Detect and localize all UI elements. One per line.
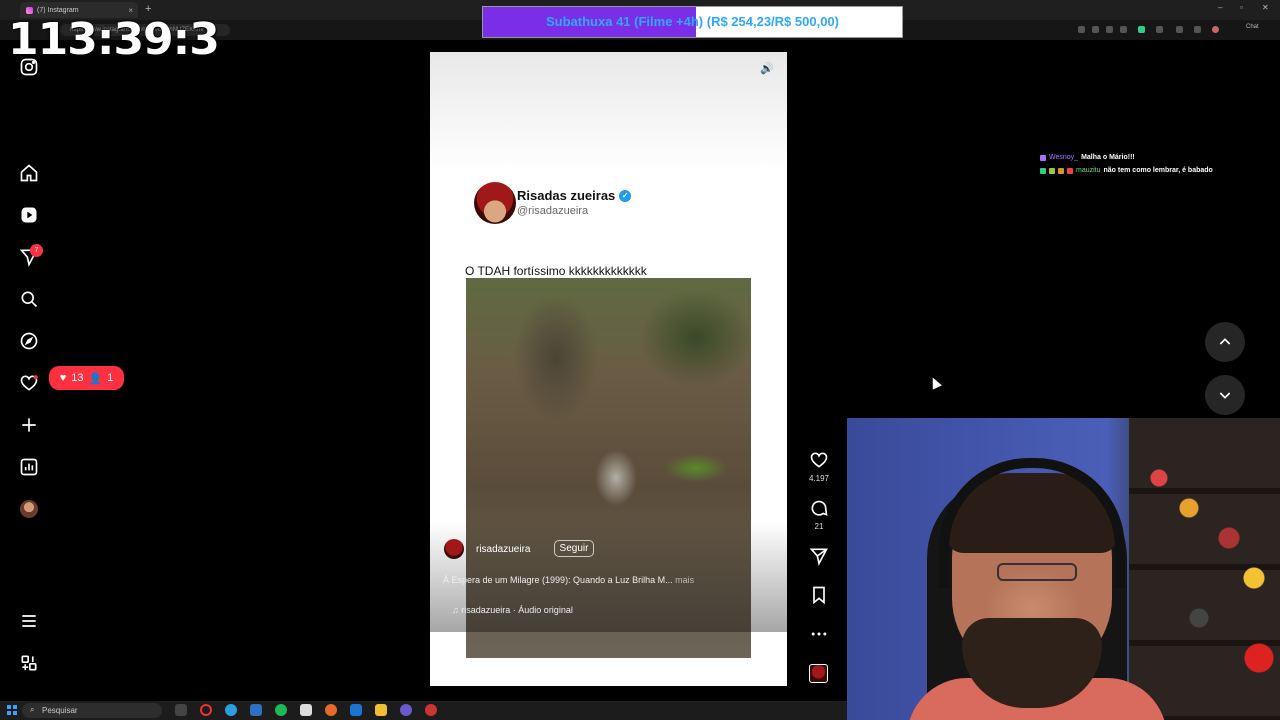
chat-text: Malha o Mário!!! [1081,154,1135,161]
heart-badge-icon [1067,167,1073,174]
chevron-down-icon [1219,392,1231,399]
reel-description-text: À Espera de um Milagre (1999): Quando a … [443,575,673,585]
headset [939,458,1125,588]
reel-description[interactable]: À Espera de um Milagre (1999): Quando a … [443,575,733,585]
maximize-button[interactable]: ▫ [1240,3,1243,12]
more-link[interactable]: mais [675,575,694,585]
likes-count: 13 [71,372,84,384]
subathon-goal-bar: Subathuxa 41 (Filme +4h) (R$ 254,23/R$ 5… [482,6,903,38]
dashboard-icon[interactable] [18,456,40,478]
stream-timer: 113:39:3 [8,14,220,65]
messages-badge: 7 [30,244,43,257]
extension-icon[interactable] [1120,26,1127,33]
comment-icon[interactable] [808,498,830,523]
extension-icon[interactable] [1092,26,1099,33]
chat-extension-label[interactable]: Chat [1246,24,1259,30]
windows-start-icon[interactable] [7,705,17,715]
home-icon[interactable] [18,162,40,184]
edge-icon[interactable] [225,704,237,716]
webcam-feed [847,418,1280,720]
share-icon[interactable] [808,546,830,571]
post-author-label: Risadas zueiras [517,188,616,203]
search-icon: ⌕ [30,705,35,714]
post-caption: O TDAH fortíssimo kkkkkkkkkkkkk [465,264,647,278]
likes-count: 4.197 [808,474,830,483]
extension-icon[interactable] [1176,26,1183,33]
chat-badge-icon [1058,167,1064,174]
search-icon[interactable] [18,288,40,310]
next-reel-button[interactable] [1205,375,1245,415]
save-icon[interactable] [808,585,830,610]
threads-icon[interactable] [18,652,40,674]
app-icon[interactable] [425,704,437,716]
chat-badge-icon [1049,167,1055,174]
app-icon[interactable] [400,704,412,716]
audio-thumbnail[interactable] [809,664,828,683]
profile-avatar[interactable] [20,500,38,518]
opera-icon[interactable] [200,704,212,716]
verified-icon: ✓ [619,189,632,202]
author-username[interactable]: risadazueira [476,544,530,555]
person-icon: 👤 [88,372,103,385]
chat-text: não tem como lembrar, é babado [1103,167,1213,174]
reel-audio[interactable]: ♫ risadazueira · Áudio original [452,605,573,615]
task-view-icon[interactable] [175,704,187,716]
stream-chat: Wesnoy_ Malha o Mário!!! mauzitu não tem… [1040,151,1213,177]
chat-message: mauzitu não tem como lembrar, é babado [1040,164,1213,177]
more-menu-icon[interactable] [18,610,40,632]
follow-button[interactable]: Seguir [554,540,594,557]
like-icon[interactable] [808,450,830,475]
comments-count: 21 [814,522,824,531]
mouse-cursor-icon [928,375,942,390]
extension-icon[interactable] [1078,26,1085,33]
notifications-pill[interactable]: ♥ 13 👤 1 [49,366,124,390]
explore-icon[interactable] [18,330,40,352]
reel-player[interactable]: 🔊 Risadas zueiras ✓ @risadazueira O TDAH… [430,52,787,686]
reels-icon[interactable] [18,204,40,226]
close-window-button[interactable]: ✕ [1262,3,1269,12]
post-avatar [474,182,516,224]
chat-badge-icon [1040,154,1046,161]
music-note-icon: ♫ [452,605,459,615]
subathon-goal-text: Subathuxa 41 (Filme +4h) (R$ 254,23/R$ 5… [546,14,839,29]
reel-header-fade [430,52,787,172]
tab-title: (7) Instagram [37,6,79,14]
chat-username: Wesnoy_ [1049,154,1079,161]
app-icon[interactable] [250,704,262,716]
instagram-favicon-icon [26,6,33,14]
bookmark-star-icon[interactable] [1194,26,1201,33]
create-icon[interactable] [18,414,40,436]
extension-icon[interactable] [1106,26,1113,33]
author-avatar[interactable] [444,539,464,559]
spotify-icon[interactable] [275,704,287,716]
minimize-button[interactable]: – [1218,3,1222,12]
more-options-icon[interactable] [808,624,830,649]
reel-audio-label: risadazueira · Áudio original [461,605,573,615]
chevron-up-icon [1219,338,1231,345]
firefox-icon[interactable] [325,704,337,716]
heart-icon: ♥ [59,372,67,384]
post-author-handle: @risadazueira [517,205,589,217]
app-icon[interactable] [300,704,312,716]
profile-avatar-icon[interactable] [1212,26,1219,33]
collectibles-shelf [1129,418,1280,720]
chat-message: Wesnoy_ Malha o Mário!!! [1040,151,1213,164]
previous-reel-button[interactable] [1205,322,1245,362]
extension-icon[interactable] [1156,26,1163,33]
follows-count: 1 [107,372,114,384]
post-author-name: Risadas zueiras ✓ [517,188,632,203]
app-icon[interactable] [350,704,362,716]
extension-icon[interactable] [1138,26,1145,33]
file-explorer-icon[interactable] [375,704,387,716]
chat-badge-icon [1040,167,1046,174]
volume-icon[interactable]: 🔊 [760,62,776,78]
chat-username: mauzitu [1076,167,1101,174]
taskbar-search[interactable]: Pesquisar [22,703,162,718]
notifications-icon[interactable] [18,372,40,394]
